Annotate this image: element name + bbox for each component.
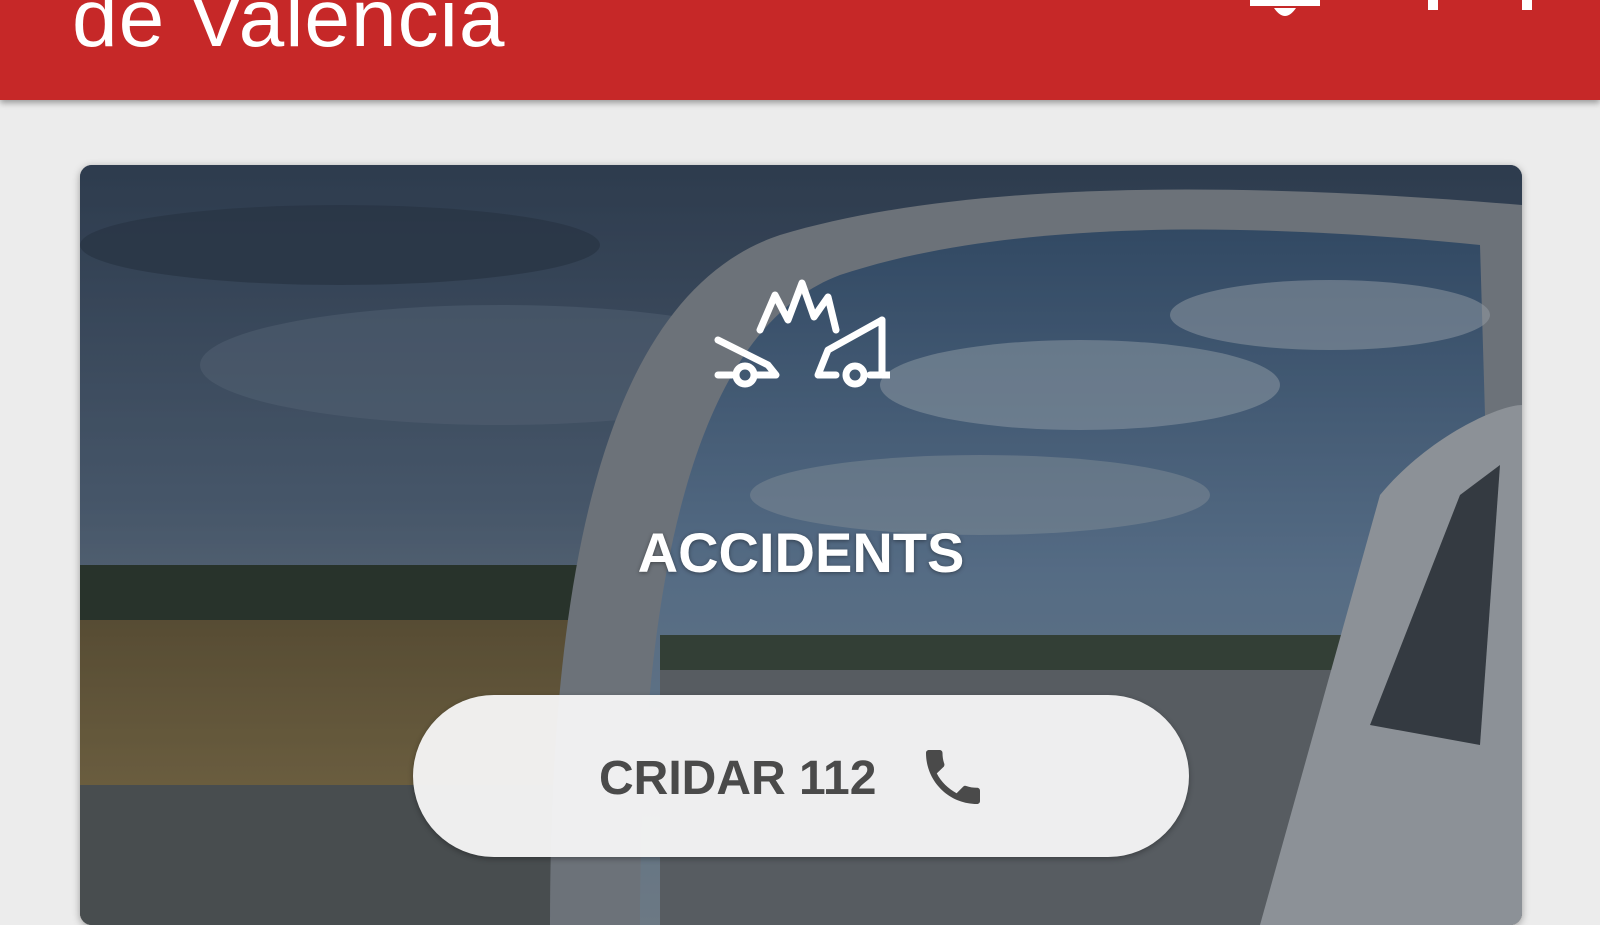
call-112-button[interactable]: CRIDAR 112 xyxy=(413,695,1189,857)
phone-icon xyxy=(926,750,980,804)
app-title: de València xyxy=(72,0,506,64)
call-button-label: CRIDAR 112 xyxy=(599,752,877,805)
card-title: ACCIDENTS xyxy=(637,521,965,584)
bell-icon[interactable] xyxy=(1240,0,1330,30)
app-header: de València xyxy=(0,0,1600,100)
car-crash-icon xyxy=(714,279,890,388)
accidents-card[interactable]: ACCIDENTS CRIDAR 112 xyxy=(80,165,1522,925)
menu-icon[interactable] xyxy=(1428,0,1532,10)
